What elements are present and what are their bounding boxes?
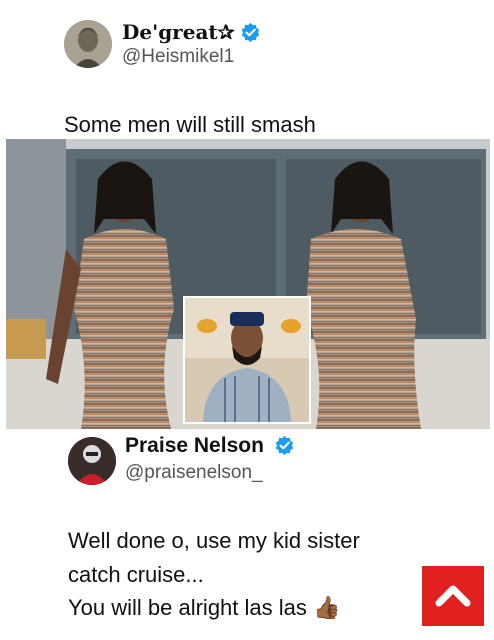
reply-tweet-line-3: You will be alright las las 👍🏾 (68, 595, 340, 621)
first-tweet-avatar[interactable] (64, 20, 112, 68)
reply-tweet-line-3-text: You will be alright las las (68, 595, 307, 620)
reply-tweet-line-2: catch cruise... (68, 562, 204, 587)
verified-badge-icon (274, 435, 295, 461)
inset-portrait (185, 298, 309, 422)
first-tweet-handle[interactable]: @Heismikel1 (122, 46, 234, 68)
reply-avatar-portrait (68, 437, 116, 485)
reply-tweet-line-1: Well done o, use my kid sister (68, 528, 360, 553)
reply-tweet-display-name[interactable]: Praise Nelson (125, 434, 264, 458)
reply-tweet-handle[interactable]: @praisenelson_ (125, 462, 263, 484)
first-tweet-text: Some men will still smash (64, 112, 316, 137)
avatar-portrait (64, 20, 112, 68)
thumbs-up-emoji: 👍🏾 (313, 595, 341, 620)
verified-badge-icon (240, 22, 261, 48)
first-tweet-display-name[interactable]: De'great✰ (122, 20, 234, 44)
inset-photo[interactable] (183, 296, 311, 424)
scroll-to-top-button[interactable] (422, 566, 484, 626)
reply-tweet-avatar[interactable] (68, 437, 116, 485)
chevron-up-icon (435, 585, 471, 607)
